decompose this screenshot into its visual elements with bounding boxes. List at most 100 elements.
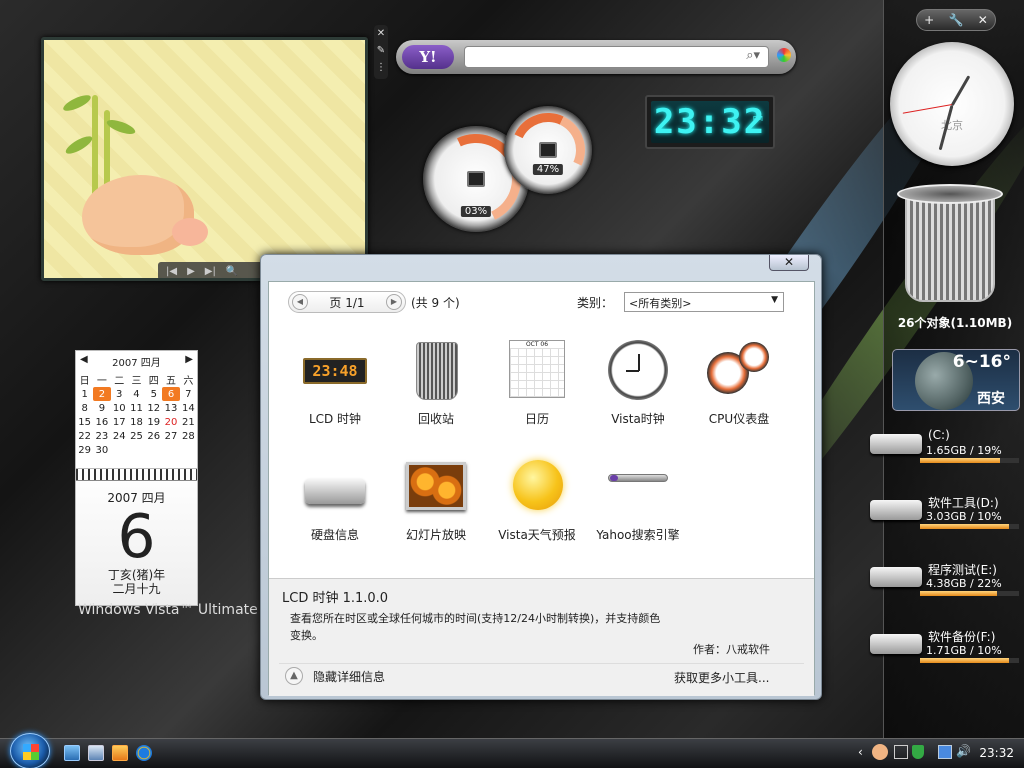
hour-hand (950, 75, 971, 107)
calendar-day[interactable]: 8 (76, 401, 93, 415)
calendar-day[interactable]: 19 (145, 415, 162, 429)
calendar-day[interactable]: 14 (180, 401, 197, 415)
calendar-day[interactable]: 20 (162, 415, 179, 429)
settings-icon[interactable]: 🔧 (949, 13, 964, 27)
calendar-day[interactable]: 5 (145, 387, 162, 401)
chevron-down-icon: ▼ (771, 295, 778, 305)
calendar-day-today[interactable]: 6 (162, 387, 180, 401)
calendar-day[interactable]: 15 (76, 415, 93, 429)
recycle-bin-icon (905, 194, 995, 302)
calendar-day[interactable]: 30 (93, 443, 110, 457)
drag-handle-icon[interactable]: ⋮ (374, 59, 388, 76)
calendar-day[interactable]: 10 (111, 401, 128, 415)
calendar-day[interactable]: 9 (93, 401, 110, 415)
weather-sun-icon (505, 454, 569, 518)
weather-gadget[interactable]: 6~16° 西安 (892, 349, 1020, 411)
calendar-day[interactable]: 21 (180, 415, 197, 429)
gadget-hard-disk[interactable]: 硬盘信息 (285, 454, 385, 543)
network-icon[interactable] (938, 745, 952, 759)
analog-clock-gadget[interactable]: 北京 (890, 42, 1014, 166)
show-desktop-icon[interactable] (64, 745, 80, 761)
drive-info: 1.71GB / 10% (926, 644, 1002, 657)
chevron-left-icon[interactable]: ‹ (858, 745, 863, 759)
security-shield-icon[interactable] (912, 745, 924, 759)
globe-icon[interactable] (777, 48, 791, 62)
hide-details-button[interactable]: ▲ 隐藏详细信息 (285, 667, 385, 685)
calendar-day[interactable]: 29 (76, 443, 93, 457)
clock-city: 北京 (941, 119, 963, 132)
calendar-day[interactable]: 18 (128, 415, 145, 429)
calendar-day[interactable]: 7 (180, 387, 197, 401)
calendar-day[interactable]: 28 (180, 429, 197, 443)
internet-explorer-icon[interactable] (136, 745, 152, 761)
next-page-icon[interactable]: ▶ (385, 294, 402, 310)
volume-icon[interactable]: 🔊 (956, 744, 971, 758)
gadget-label: Vista天气预报 (498, 528, 576, 542)
slideshow-gadget[interactable]: |◀ ▶ ▶| 🔍 (41, 37, 368, 281)
yahoo-logo: Y! (402, 45, 454, 69)
binder-rings (76, 469, 197, 481)
gadget-weather[interactable]: Vista天气预报 (487, 454, 587, 543)
weekday-label: 一 (96, 376, 107, 387)
drive-f[interactable]: 软件备份(F:) 1.71GB / 10% (868, 628, 1024, 676)
prev-page-icon[interactable]: ◀ (292, 294, 308, 310)
next-icon[interactable]: ▶| (205, 266, 216, 277)
calendar-gadget: ◀ 2007 四月 ▶ 日 一 二 三 四 五 六 1234567 8 9 10 11… (75, 350, 198, 475)
recycle-bin-label: 26个对象(1.10MB) (897, 316, 1013, 330)
pig-tray-icon[interactable] (872, 744, 888, 760)
play-icon[interactable]: ▶ (187, 266, 195, 277)
next-month-icon[interactable]: ▶ (185, 354, 193, 369)
close-button[interactable]: ✕ (769, 255, 809, 271)
gadget-slideshow[interactable]: 幻灯片放映 (386, 454, 486, 543)
media-player-icon[interactable] (112, 745, 128, 761)
calendar-day[interactable]: 3 (111, 387, 128, 401)
search-icon[interactable]: ⌕▾ (746, 48, 760, 63)
gadget-cpu-meter[interactable]: CPU仪表盘 (689, 338, 789, 427)
start-button[interactable] (10, 733, 50, 768)
switch-windows-icon[interactable] (88, 745, 104, 761)
get-more-gadgets-link[interactable]: 获取更多小工具... (674, 669, 769, 686)
recycle-bin-gadget[interactable] (897, 180, 1003, 306)
sidebar-controls: + 🔧 ✕ (916, 9, 996, 31)
gadget-lcd-clock[interactable]: 23:48 LCD 时钟 (285, 338, 385, 427)
wrench-icon[interactable]: ✎ (374, 42, 388, 59)
gadget-vista-clock[interactable]: Vista时钟 (588, 338, 688, 427)
view-icon[interactable]: 🔍 (226, 266, 238, 277)
search-input[interactable]: ⌕▾ (464, 46, 769, 68)
drive-d[interactable]: 软件工具(D:) 3.03GB / 10% (868, 494, 1024, 542)
pig-illustration (82, 175, 194, 255)
calendar-day[interactable]: 11 (128, 401, 145, 415)
clock-time[interactable]: 23:32 (979, 746, 1014, 760)
prev-month-icon[interactable]: ◀ (80, 354, 88, 369)
calendar-day[interactable]: 12 (145, 401, 162, 415)
message-icon[interactable] (894, 745, 908, 759)
slideshow-controls: |◀ ▶ ▶| 🔍 (158, 262, 270, 278)
drive-info: 4.38GB / 22% (926, 577, 1002, 590)
lcd-time: 23:32 (651, 101, 769, 143)
calendar-day[interactable]: 4 (128, 387, 145, 401)
close-icon[interactable]: ✕ (978, 13, 988, 27)
category-select[interactable]: <所有类别> ▼ (624, 292, 784, 312)
system-tray: ‹ 🔊 23:32 (858, 742, 1024, 764)
calendar-day-highlighted[interactable]: 2 (93, 387, 111, 401)
drive-c[interactable]: (C:) 1.65GB / 19% (868, 428, 1024, 476)
calendar-day[interactable]: 22 (76, 429, 93, 443)
add-gadget-icon[interactable]: + (924, 13, 934, 27)
calendar-day[interactable]: 13 (162, 401, 179, 415)
calendar-day[interactable]: 24 (111, 429, 128, 443)
drive-e[interactable]: 程序测试(E:) 4.38GB / 22% (868, 561, 1024, 609)
previous-icon[interactable]: |◀ (166, 266, 177, 277)
calendar-day[interactable]: 16 (93, 415, 110, 429)
calendar-day[interactable]: 25 (128, 429, 145, 443)
calendar-day[interactable]: 1 (76, 387, 93, 401)
gadget-yahoo-search[interactable]: Yahoo搜索引擎 (588, 454, 688, 543)
weekday-label: 三 (131, 376, 142, 387)
calendar-day[interactable]: 23 (93, 429, 110, 443)
gadget-recycle-bin[interactable]: 回收站 (386, 338, 486, 427)
close-icon[interactable]: ✕ (374, 25, 388, 42)
lcd-clock-gadget[interactable]: 23:32 PM (645, 95, 775, 149)
gadget-calendar[interactable]: OCT 06 日历 (487, 338, 587, 427)
calendar-day[interactable]: 27 (162, 429, 179, 443)
calendar-day[interactable]: 17 (111, 415, 128, 429)
calendar-day[interactable]: 26 (145, 429, 162, 443)
